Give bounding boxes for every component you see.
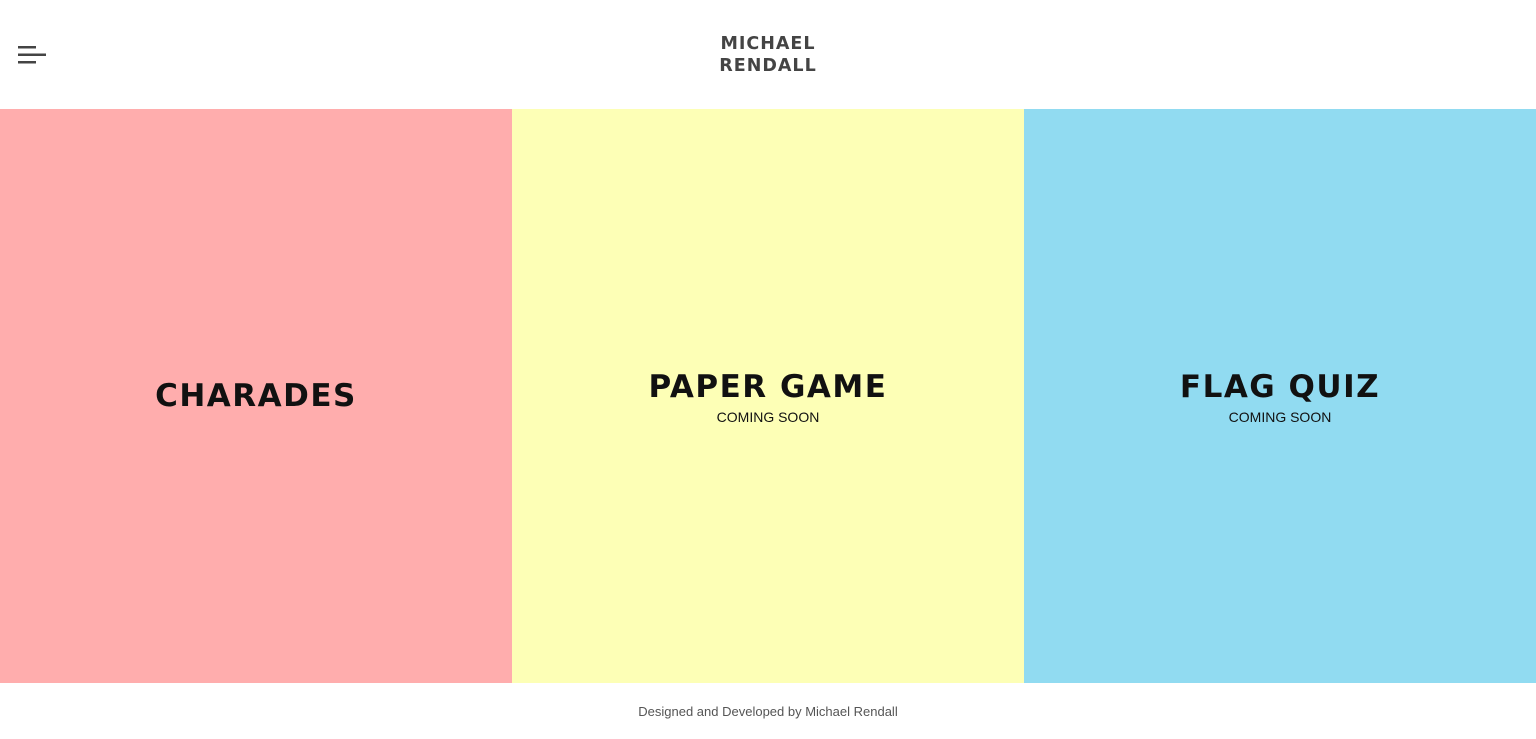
footer-credit: Designed and Developed by Michael Rendal… bbox=[638, 704, 898, 719]
charades-content: CHARADES bbox=[0, 376, 512, 416]
paper-game-panel[interactable]: PAPER GAME COMING SOON bbox=[512, 109, 1024, 683]
flag-quiz-title: FLAG QUIZ bbox=[1179, 369, 1381, 405]
flag-quiz-panel[interactable]: FLAG QUIZ COMING SOON bbox=[1024, 109, 1536, 683]
footer: Designed and Developed by Michael Rendal… bbox=[0, 683, 1536, 739]
game-panels: CHARADES PAPER GAME COMING SOON FLAG QUI… bbox=[0, 109, 1536, 683]
site-logo[interactable]: MICHAEL RENDALL bbox=[0, 33, 1536, 77]
logo-first-name: MICHAEL bbox=[720, 34, 816, 54]
logo-last-name: RENDALL bbox=[719, 56, 817, 76]
header: MICHAEL RENDALL bbox=[0, 0, 1536, 109]
charades-panel[interactable]: CHARADES bbox=[0, 109, 512, 683]
flag-quiz-content: FLAG QUIZ COMING SOON bbox=[1024, 367, 1536, 425]
paper-game-title: PAPER GAME bbox=[648, 369, 888, 405]
flag-quiz-status: COMING SOON bbox=[1228, 409, 1332, 425]
paper-game-content: PAPER GAME COMING SOON bbox=[512, 367, 1024, 425]
charades-title: CHARADES bbox=[155, 378, 357, 414]
paper-game-status: COMING SOON bbox=[716, 409, 820, 425]
